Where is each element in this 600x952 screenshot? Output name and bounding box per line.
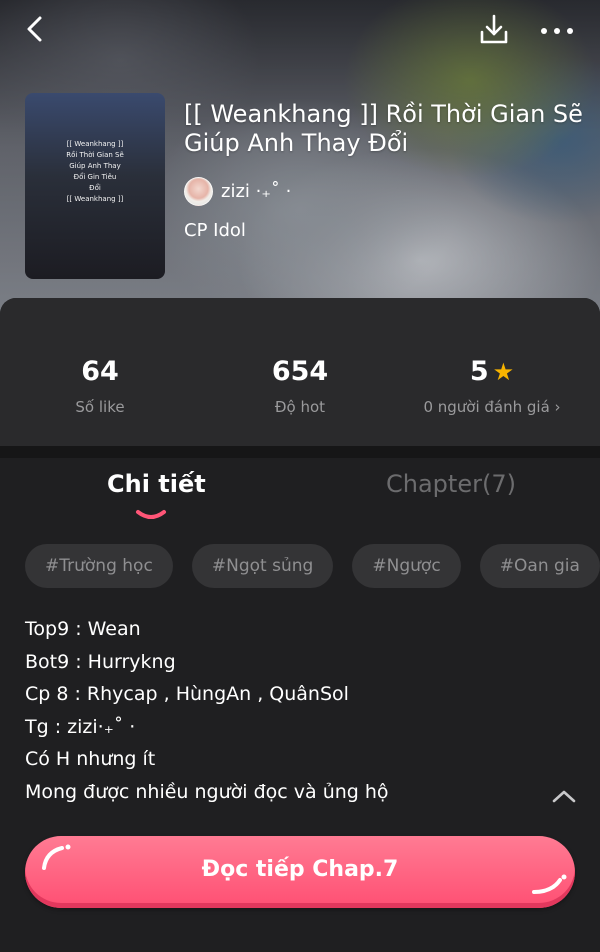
author-row[interactable]: zizi ·₊˚ · [184, 176, 291, 206]
chevron-up-icon[interactable] [550, 786, 578, 806]
description-line: Top9 : Wean [25, 618, 141, 640]
tag-chip[interactable]: #Trường học [25, 544, 173, 588]
stat-rating[interactable]: 5 ★ 0 người đánh giá › [392, 352, 592, 416]
more-horizontal-icon[interactable] [538, 14, 576, 48]
back-icon[interactable] [20, 12, 54, 46]
tag-chip[interactable]: #Oan gia [479, 544, 600, 588]
tag-chip[interactable]: #Ngược [352, 544, 461, 588]
cover-text: [[ Weankhang ]] Rồi Thời Gian Sẽ Giúp An… [66, 140, 124, 203]
story-category[interactable]: CP Idol [184, 220, 246, 241]
tab-chapters[interactable]: Chapter(7) [386, 470, 516, 498]
hot-label: Độ hot [274, 398, 326, 416]
rating-value-row: 5 ★ [392, 352, 592, 392]
likes-count: 64 [81, 356, 119, 387]
rating-count-link[interactable]: 0 người đánh giá › [392, 398, 592, 416]
story-title: [[ Weankhang ]] Rồi Thời Gian Sẽ Giúp An… [184, 100, 583, 157]
continue-reading-button[interactable]: Đọc tiếp Chap.7 [25, 836, 575, 908]
section-divider [0, 446, 600, 458]
tab-indicator [136, 510, 166, 519]
rating-value: 5 [469, 356, 489, 387]
tag-chip[interactable]: #Ngọt sủng [191, 544, 334, 588]
author-avatar[interactable] [184, 176, 213, 206]
description-line: Bot9 : Hurrykng [25, 650, 176, 673]
story-cover[interactable]: [[ Weankhang ]] Rồi Thời Gian Sẽ Giúp An… [25, 93, 165, 279]
stat-likes: 64 Số like [0, 352, 200, 416]
button-shine-icon [532, 874, 567, 894]
hot-count: 654 [271, 356, 329, 387]
star-icon: ★ [492, 358, 515, 386]
author-name[interactable]: zizi ·₊˚ · [221, 181, 291, 202]
description-line: Cp 8 : Rhycap , HùngAn , QuânSol [25, 683, 349, 705]
stat-hot: 654 Độ hot [200, 352, 400, 416]
tab-detail[interactable]: Chi tiết [107, 470, 206, 498]
top-bar [0, 0, 600, 60]
description-line: Tg : zizi·₊˚ · [25, 715, 136, 738]
download-icon[interactable] [476, 12, 512, 48]
story-description: Top9 : Wean Bot9 : Hurrykng Cp 8 : Rhyca… [25, 613, 545, 808]
description-line: Mong được nhiều người đọc và ủng hộ [25, 780, 389, 803]
description-line: Có H nhưng ít [25, 748, 156, 770]
likes-label: Số like [75, 398, 125, 416]
tag-list: #Trường học #Ngọt sủng #Ngược #Oan gia # [25, 544, 600, 588]
button-shine-icon [42, 844, 71, 870]
